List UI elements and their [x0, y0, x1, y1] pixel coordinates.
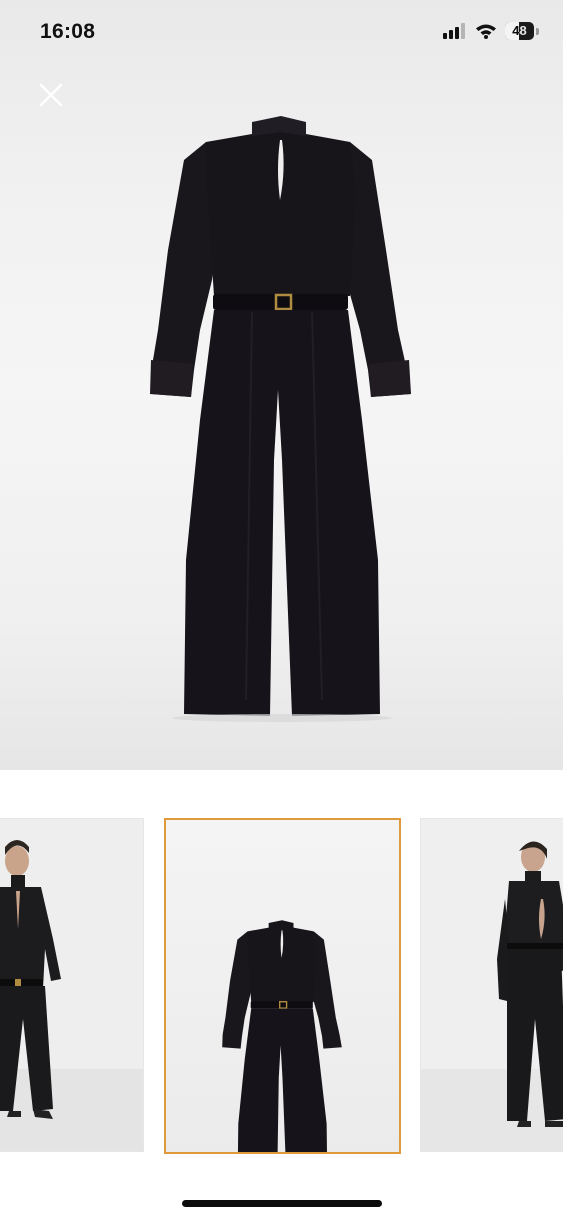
thumbnail-strip — [0, 770, 563, 1190]
wifi-icon — [476, 24, 496, 39]
close-icon — [39, 83, 63, 107]
battery-icon: 48 — [505, 22, 539, 40]
status-icons: 48 — [443, 22, 539, 40]
home-indicator[interactable] — [182, 1200, 382, 1207]
thumbnail-flatlay[interactable] — [164, 818, 401, 1154]
battery-level: 48 — [512, 23, 527, 38]
thumbnail-1-image — [0, 819, 143, 1151]
thumbnail-3-image — [421, 819, 563, 1151]
status-time: 16:08 — [40, 20, 96, 43]
product-image-viewer[interactable]: 16:08 48 — [0, 0, 563, 770]
main-product-image[interactable] — [0, 0, 563, 770]
thumbnail-model-front[interactable] — [0, 818, 144, 1152]
jumpsuit-illustration — [150, 116, 411, 722]
cellular-signal-icon — [443, 23, 465, 39]
thumbnail-2-image — [166, 820, 399, 1152]
close-button[interactable] — [36, 80, 66, 110]
thumbnail-model-back[interactable] — [420, 818, 563, 1152]
status-bar: 16:08 48 — [0, 0, 563, 66]
